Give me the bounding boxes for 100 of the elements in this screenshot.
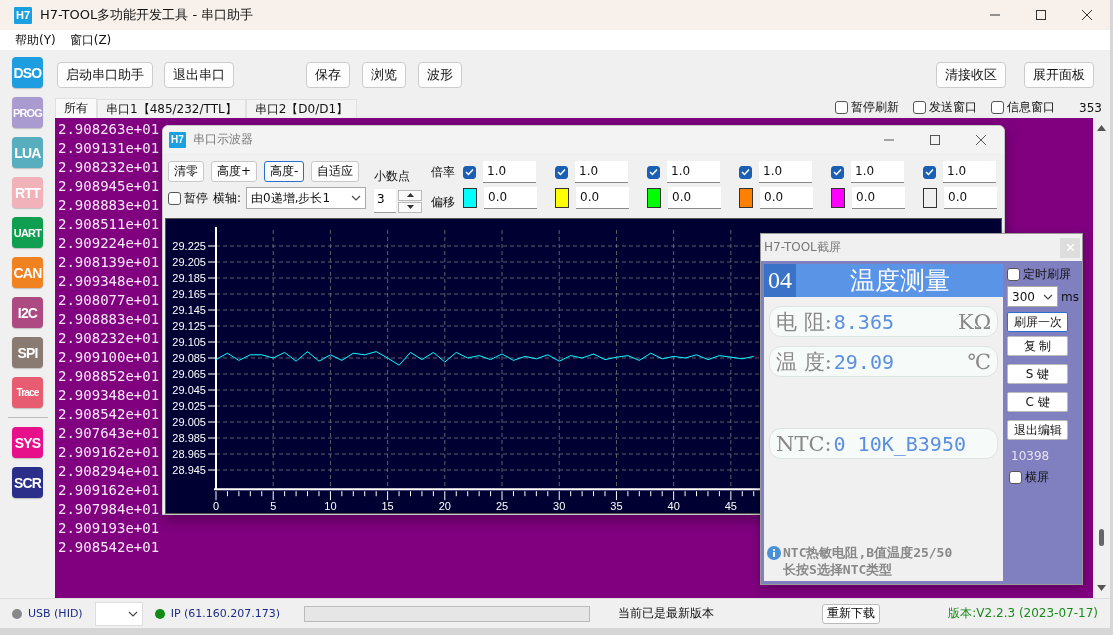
log-line: 2.908077e+01 [58, 291, 160, 310]
reading-label: 电 阻: [776, 308, 832, 336]
scope-button[interactable]: 清零 [168, 161, 204, 182]
checkbox[interactable] [991, 101, 1005, 114]
channel-color[interactable] [739, 188, 754, 208]
gain-field[interactable]: 1.0 [667, 161, 721, 183]
scrollbar[interactable] [1093, 118, 1110, 598]
x-tick-label: 5 [270, 500, 277, 513]
spin-down-icon[interactable] [398, 201, 423, 213]
capture-button[interactable]: C 键 [1007, 392, 1069, 412]
y-tick-label: 29.165 [172, 288, 206, 300]
checkbox[interactable] [647, 165, 661, 179]
capture-button[interactable]: 复 制 [1007, 336, 1069, 356]
y-tick-label: 28.985 [172, 432, 206, 444]
toolbar-button[interactable]: 退出串口 [164, 62, 234, 88]
gain-field[interactable]: 1.0 [943, 161, 997, 183]
y-tick-label: 29.025 [172, 400, 206, 412]
scroll-down-icon[interactable] [1097, 584, 1106, 592]
x-tick-label: 0 [212, 500, 220, 513]
code-label: 10398 [1011, 449, 1050, 463]
tool-button[interactable]: SPI [12, 337, 43, 368]
channel-color[interactable] [555, 188, 570, 208]
tab[interactable]: 所有 [55, 98, 97, 118]
checkbox[interactable] [1007, 268, 1021, 281]
toolbar-button[interactable]: 清接收区 [936, 62, 1006, 88]
gain-field[interactable]: 1.0 [483, 161, 537, 183]
scope-button[interactable]: 自适应 [311, 161, 360, 182]
reading-label: NTC: [776, 431, 832, 456]
scroll-thumb[interactable] [1099, 529, 1104, 546]
menu-item[interactable]: 帮助(Y) [8, 31, 63, 49]
channel-color[interactable] [923, 188, 938, 208]
channel-color[interactable] [831, 188, 846, 208]
checkbox[interactable] [463, 165, 477, 179]
x-tick-label: 40 [667, 500, 680, 513]
y-tick-label: 29.105 [172, 336, 206, 348]
gain-field[interactable]: 1.0 [851, 161, 905, 183]
checkbox[interactable] [1009, 471, 1023, 484]
menu-item[interactable]: 窗口(Z) [62, 31, 119, 49]
toolbar-button[interactable]: 保存 [306, 62, 350, 88]
checkbox[interactable] [923, 165, 937, 179]
channel-color[interactable] [463, 188, 478, 208]
scope-button[interactable]: 高度+ [211, 161, 258, 182]
x-tick-label: 45 [724, 500, 737, 513]
checkbox[interactable] [913, 101, 927, 114]
scroll-up-icon[interactable] [1097, 124, 1106, 132]
toolbar-button[interactable]: 展开面板 [1024, 62, 1094, 88]
offset-field[interactable]: 0.0 [576, 187, 630, 209]
log-line: 2.909224e+01 [58, 234, 160, 253]
info-icon [767, 546, 781, 560]
scope-button[interactable]: 高度- [264, 161, 305, 182]
tab[interactable]: 串口2【D0/D1】 [245, 99, 358, 118]
checkbox[interactable] [739, 165, 753, 179]
reading-value: 8.365 [833, 309, 894, 334]
interval-select[interactable]: 300 [1007, 286, 1059, 307]
toolbar-button[interactable]: 启动串口助手 [57, 62, 153, 88]
decimals-field[interactable]: 3 [374, 189, 397, 213]
offset-field[interactable]: 0.0 [484, 187, 538, 209]
tab[interactable]: 串口1【485/232/TTL】 [97, 99, 246, 118]
spin-up-icon[interactable] [398, 189, 423, 201]
gain-label: 倍率 [431, 164, 456, 181]
offset-field[interactable]: 0.0 [668, 187, 722, 209]
checkbox[interactable] [835, 101, 849, 114]
version-label: 版本:V2.2.3 (2023-07-17) [948, 605, 1098, 622]
window-title: 串口示波器 [192, 131, 253, 148]
offset-field[interactable]: 0.0 [944, 187, 998, 209]
checkbox-label: 暂停刷新 [851, 99, 900, 116]
x-tick-label: 15 [381, 500, 394, 513]
log-line: 2.907643e+01 [58, 424, 160, 443]
log-line: 2.907984e+01 [58, 500, 160, 519]
x-tick-label: 10 [324, 500, 337, 513]
checkbox[interactable] [831, 165, 845, 179]
tool-button[interactable]: I2C [12, 297, 43, 328]
capture-button[interactable]: S 键 [1007, 364, 1069, 384]
y-tick-label: 29.085 [172, 352, 206, 364]
log-line: 2.909162e+01 [58, 443, 160, 462]
download-button[interactable]: 重新下载 [822, 603, 881, 624]
log-line: 2.909162e+01 [58, 481, 160, 500]
toolbar-button[interactable]: 波形 [418, 62, 462, 88]
channel-color[interactable] [647, 188, 662, 208]
tool-button[interactable]: SCR [12, 467, 43, 498]
capture-button[interactable]: 刷屏一次 [1007, 312, 1069, 332]
reading-unit: ℃ [967, 349, 992, 374]
tool-button[interactable]: SYS [12, 427, 43, 458]
gain-field[interactable]: 1.0 [575, 161, 629, 183]
window-title: H7-TOOL截屏 [764, 239, 841, 256]
axis-select[interactable]: 由0递增,步长1 [246, 187, 367, 209]
app-logo: H7 [14, 6, 33, 24]
log-line: 2.908945e+01 [58, 177, 160, 196]
checkbox[interactable] [168, 191, 181, 205]
log-line: 2.908852e+01 [58, 367, 160, 386]
checkbox[interactable] [555, 165, 569, 179]
gain-field[interactable]: 1.0 [759, 161, 813, 183]
offset-field[interactable]: 0.0 [852, 187, 906, 209]
offset-field[interactable]: 0.0 [760, 187, 814, 209]
app-logo: H7 [169, 131, 186, 148]
y-tick-label: 29.045 [172, 384, 206, 396]
status-message: 当前已是最新版本 [618, 605, 715, 622]
toolbar-button[interactable]: 浏览 [362, 62, 406, 88]
page-number: 04 [764, 264, 796, 297]
capture-button[interactable]: 退出编辑 [1007, 420, 1069, 440]
